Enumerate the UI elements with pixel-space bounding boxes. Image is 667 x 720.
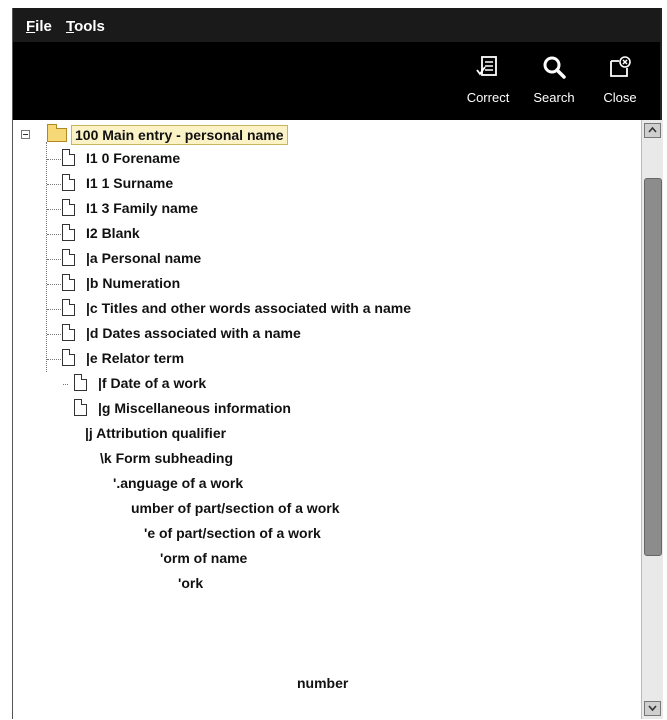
close-icon (610, 56, 631, 77)
search-button[interactable]: Search (521, 42, 587, 120)
chevron-down-icon (648, 705, 657, 712)
scroll-up-button[interactable] (644, 123, 661, 138)
toolbar: Correct Search Close (13, 42, 660, 120)
document-icon (74, 374, 87, 391)
scroll-down-button[interactable] (644, 701, 661, 716)
document-icon (62, 299, 75, 316)
tree-root-node[interactable]: 100 Main entry - personal name (13, 122, 413, 145)
menu-file[interactable]: File (26, 18, 52, 35)
document-icon (62, 324, 75, 341)
tree-guide-line (46, 142, 47, 372)
document-icon (62, 149, 75, 166)
menu-bar: File Tools (13, 8, 660, 43)
document-icon (62, 274, 75, 291)
app-window: File Tools Correct Search Close 100 Main… (12, 8, 663, 719)
tree-view: 100 Main entry - personal name I1 0 Fore… (13, 120, 641, 719)
correct-icon (476, 56, 497, 76)
close-button[interactable]: Close (587, 42, 653, 120)
document-icon (62, 174, 75, 191)
document-icon (62, 224, 75, 241)
folder-open-icon (47, 124, 67, 142)
scroll-thumb[interactable] (644, 178, 662, 556)
document-icon (74, 399, 87, 416)
document-icon (62, 249, 75, 266)
document-icon (62, 349, 75, 366)
vertical-scrollbar[interactable] (641, 120, 663, 719)
collapse-icon[interactable] (21, 130, 30, 139)
document-icon (62, 199, 75, 216)
chevron-up-icon (648, 126, 657, 133)
menu-tools[interactable]: Tools (66, 18, 105, 35)
correct-button[interactable]: Correct (455, 42, 521, 120)
search-icon (543, 56, 566, 79)
